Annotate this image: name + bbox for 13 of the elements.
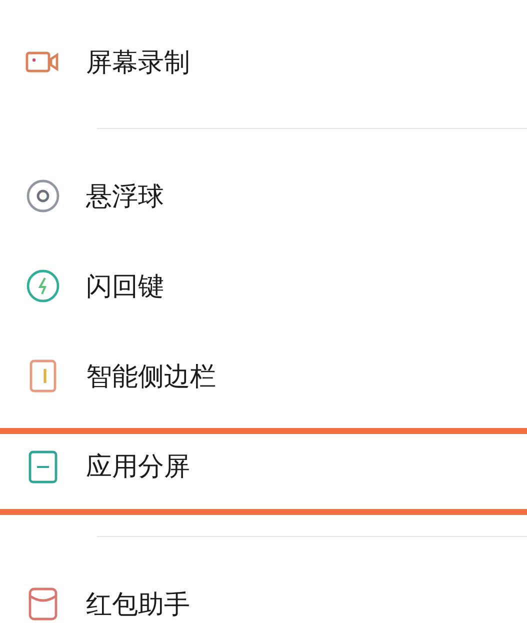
setting-label[interactable]: 红包助手: [86, 586, 190, 622]
split-screen-icon: [28, 450, 58, 484]
setting-label[interactable]: 智能侧边栏: [86, 358, 216, 394]
envelope-icon: [28, 587, 58, 621]
setting-label[interactable]: 闪回键: [86, 268, 164, 304]
setting-label[interactable]: 屏幕录制: [86, 44, 190, 80]
sidebar-icon: [29, 359, 57, 393]
setting-label[interactable]: 悬浮球: [86, 178, 164, 214]
video-camera-icon: [25, 50, 61, 74]
highlighted-settings-row[interactable]: 应用分屏: [0, 428, 527, 515]
circle-icon: [26, 179, 60, 213]
setting-label: 应用分屏: [86, 451, 190, 484]
lightning-icon: [26, 269, 60, 303]
